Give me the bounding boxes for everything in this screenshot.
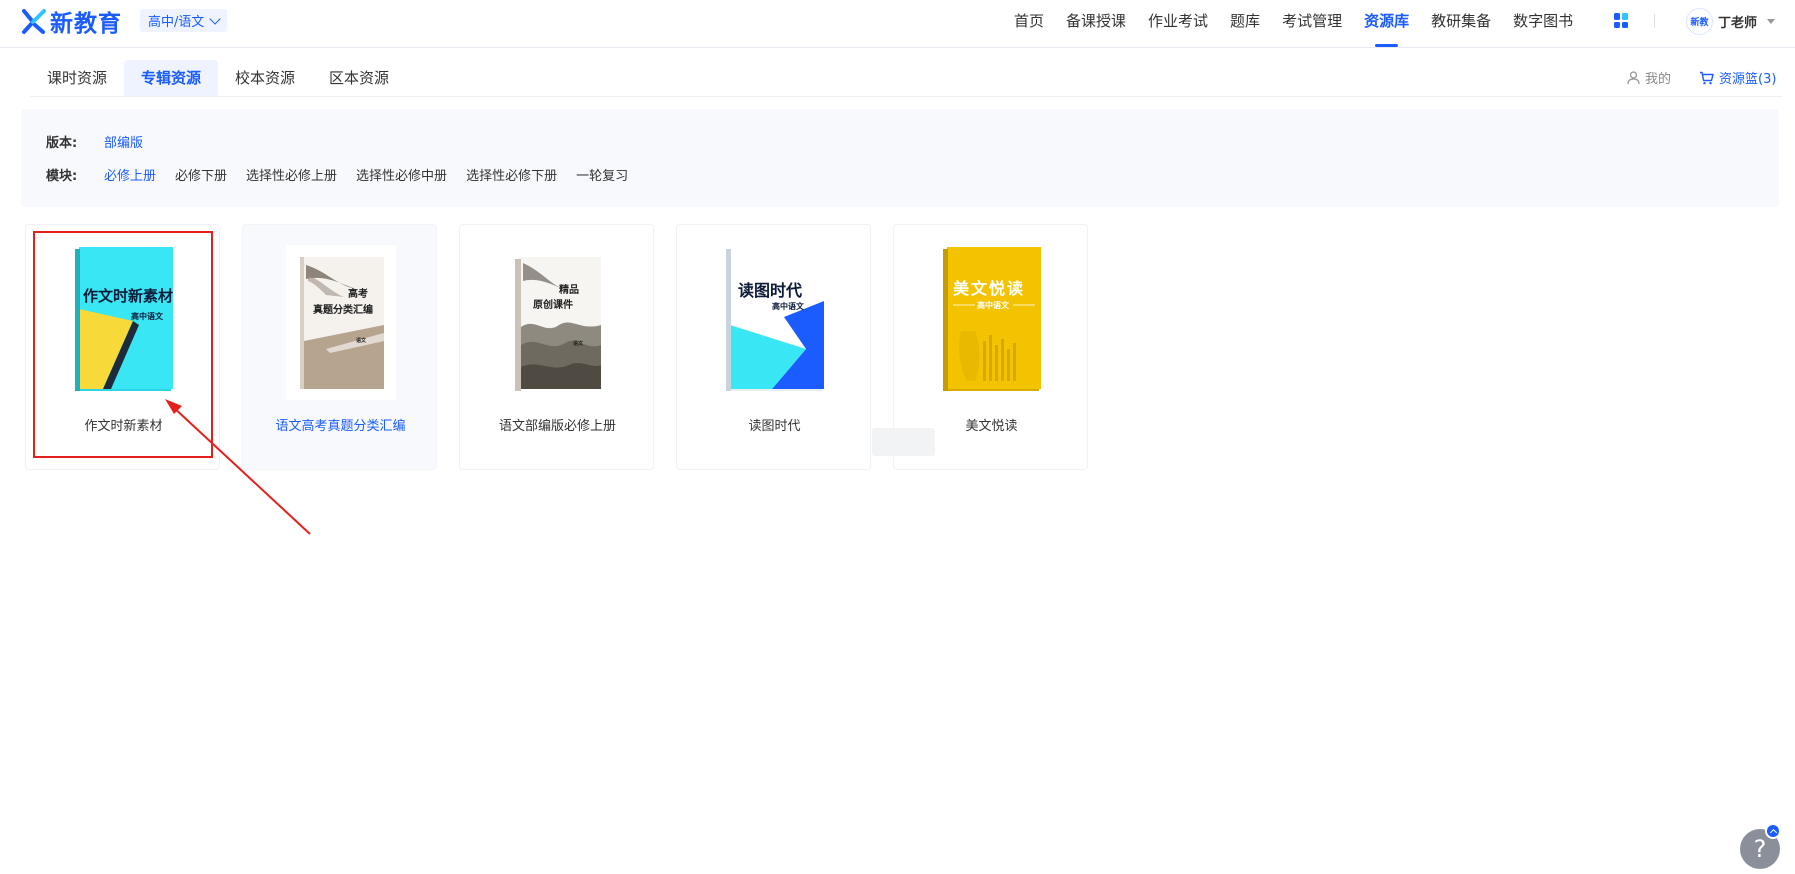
subject-select[interactable]: 高中/语文 <box>140 9 228 32</box>
subject-select-value: 高中/语文 <box>148 15 205 30</box>
edition-option[interactable]: 部编版 <box>104 132 143 151</box>
apps-grid-icon[interactable] <box>1614 13 1629 28</box>
cover-title: 高考 <box>348 289 368 300</box>
module-label: 模块: <box>46 169 78 184</box>
nav-exam-management[interactable]: 考试管理 <box>1282 0 1342 48</box>
tab-lesson-resources[interactable]: 课时资源 <box>30 60 124 96</box>
cover-subtitle: 语文 <box>573 341 584 347</box>
module-option[interactable]: 选择性必修下册 <box>466 165 557 184</box>
chevron-down-icon <box>209 12 222 25</box>
tabs-divider <box>30 96 1782 97</box>
user-menu[interactable]: 新教 丁老师 <box>1686 8 1776 35</box>
chevron-up-icon[interactable] <box>1765 823 1781 839</box>
cover-subtitle: 语文 <box>356 338 367 344</box>
nav-home[interactable]: 首页 <box>1014 0 1044 48</box>
user-name: 丁老师 <box>1718 16 1758 31</box>
filter-panel: 版本: 部编版 模块: 必修上册 必修下册 选择性必修上册 选择性必修中册 选择… <box>21 109 1779 207</box>
book-cover: 读图时代 高中语文 <box>724 245 826 395</box>
header-divider <box>1654 14 1655 28</box>
cover-title: 读图时代 <box>738 281 803 300</box>
module-option[interactable]: 选择性必修上册 <box>246 165 337 184</box>
top-header: 新教育 高中/语文 首页 备课授课 作业考试 题库 考试管理 资源库 教研集备 … <box>0 0 1795 48</box>
basket-label: 资源篮(3) <box>1719 72 1777 87</box>
book-title: 读图时代 <box>748 419 801 434</box>
module-option[interactable]: 必修上册 <box>104 165 156 184</box>
resource-tabs: 课时资源 专辑资源 校本资源 区本资源 <box>30 60 406 96</box>
module-option[interactable]: 必修下册 <box>175 165 227 184</box>
module-option[interactable]: 一轮复习 <box>576 165 628 184</box>
main-nav: 首页 备课授课 作业考试 题库 考试管理 资源库 教研集备 数字图书 <box>1014 0 1595 48</box>
tab-school-resources[interactable]: 校本资源 <box>218 60 312 96</box>
nav-question-bank[interactable]: 题库 <box>1230 0 1260 48</box>
book-title: 语文高考真题分类汇编 <box>275 419 406 434</box>
book-card[interactable]: 精品 原创课件 语文 语文部编版必修上册 <box>459 224 654 470</box>
cover-subtitle: 高中语文 <box>772 302 804 311</box>
cover-title: 美文悦读 <box>953 279 1026 298</box>
module-option[interactable]: 选择性必修中册 <box>356 165 447 184</box>
cover-title: 真题分类汇编 <box>313 305 373 316</box>
tab-district-resources[interactable]: 区本资源 <box>312 60 406 96</box>
cover-title: 原创课件 <box>533 300 573 311</box>
mine-button[interactable]: 我的 <box>1627 68 1671 87</box>
nav-homework-exam[interactable]: 作业考试 <box>1148 0 1208 48</box>
nav-digital-books[interactable]: 数字图书 <box>1513 0 1573 48</box>
book-card[interactable]: 读图时代 高中语文 读图时代 <box>676 224 871 470</box>
nav-resource-library[interactable]: 资源库 <box>1364 0 1409 48</box>
tab-album-resources[interactable]: 专辑资源 <box>124 60 219 96</box>
module-filter: 模块: 必修上册 必修下册 选择性必修上册 选择性必修中册 选择性必修下册 一轮… <box>46 165 647 184</box>
edition-filter: 版本: 部编版 <box>46 132 162 151</box>
book-cover: 高考 真题分类汇编 语文 <box>286 245 396 400</box>
cover-subtitle: 高中语文 <box>977 301 1009 310</box>
book-cover: 精品 原创课件 语文 <box>515 255 605 395</box>
user-icon <box>1627 70 1640 84</box>
logo-mark-icon <box>22 9 46 34</box>
edition-label: 版本: <box>46 136 78 151</box>
resource-basket-button[interactable]: 资源篮(3) <box>1699 68 1776 87</box>
tooltip-placeholder <box>872 428 935 456</box>
nav-lesson-prep[interactable]: 备课授课 <box>1066 0 1126 48</box>
nav-teaching-research[interactable]: 教研集备 <box>1431 0 1491 48</box>
caret-down-icon <box>1767 19 1776 24</box>
book-title: 语文部编版必修上册 <box>498 419 616 434</box>
book-card[interactable]: 高考 真题分类汇编 语文 语文高考真题分类汇编 <box>242 224 437 470</box>
logo-text: 新教育 <box>50 11 122 37</box>
logo[interactable]: 新教育 <box>22 6 122 37</box>
highlight-box <box>33 231 213 458</box>
mine-label: 我的 <box>1645 72 1672 87</box>
cover-title: 精品 <box>559 285 579 296</box>
cart-icon <box>1700 71 1714 84</box>
avatar: 新教 <box>1686 8 1713 35</box>
book-cover: 美文悦读 高中语文 <box>941 245 1043 395</box>
